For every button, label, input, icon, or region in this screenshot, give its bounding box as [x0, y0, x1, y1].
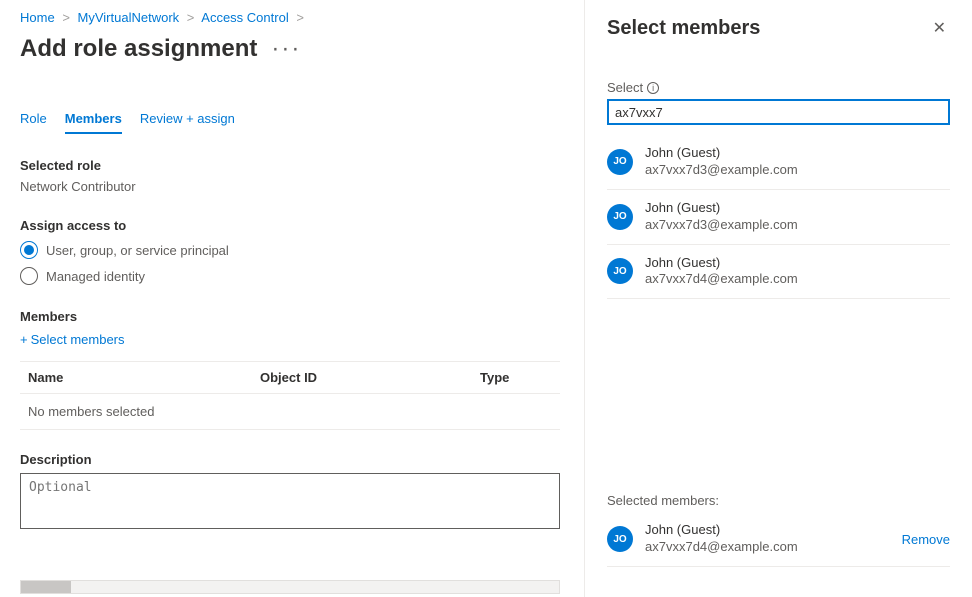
tab-role[interactable]: Role	[20, 107, 47, 134]
chevron-right-icon: >	[292, 10, 308, 25]
members-table: Name Object ID Type No members selected	[20, 361, 560, 430]
result-item[interactable]: JO John (Guest) ax7vxx7d3@example.com	[607, 135, 950, 190]
result-name: John (Guest)	[645, 255, 798, 272]
info-icon[interactable]: i	[647, 82, 659, 94]
select-members-link[interactable]: + Select members	[20, 324, 125, 347]
result-item[interactable]: JO John (Guest) ax7vxx7d3@example.com	[607, 190, 950, 245]
avatar: JO	[607, 149, 633, 175]
table-empty-row: No members selected	[20, 394, 560, 430]
radio-label: Managed identity	[46, 269, 145, 284]
breadcrumb-access[interactable]: Access Control	[201, 10, 288, 25]
result-name: John (Guest)	[645, 200, 798, 217]
result-email: ax7vxx7d4@example.com	[645, 271, 798, 288]
members-label: Members	[20, 285, 560, 324]
plus-icon: +	[20, 332, 28, 347]
scrollbar-thumb[interactable]	[21, 581, 71, 593]
chevron-right-icon: >	[183, 10, 199, 25]
col-name: Name	[20, 370, 260, 385]
radio-icon	[20, 267, 38, 285]
select-input[interactable]	[607, 99, 950, 125]
selected-members-label: Selected members:	[607, 493, 950, 512]
result-name: John (Guest)	[645, 522, 890, 539]
result-item[interactable]: JO John (Guest) ax7vxx7d4@example.com	[607, 245, 950, 300]
breadcrumb-vnet[interactable]: MyVirtualNetwork	[78, 10, 180, 25]
tab-review[interactable]: Review + assign	[140, 107, 235, 134]
description-input[interactable]	[20, 473, 560, 529]
assign-access-label: Assign access to	[20, 194, 560, 233]
breadcrumb: Home > MyVirtualNetwork > Access Control…	[20, 8, 560, 31]
search-results: JO John (Guest) ax7vxx7d3@example.com JO…	[607, 125, 950, 299]
col-object-id: Object ID	[260, 370, 480, 385]
selected-role-value: Network Contributor	[20, 173, 560, 194]
close-icon[interactable]: ✕	[929, 14, 950, 42]
radio-icon	[20, 241, 38, 259]
description-label: Description	[20, 430, 560, 467]
result-email: ax7vxx7d4@example.com	[645, 539, 890, 556]
horizontal-scrollbar[interactable]	[20, 580, 560, 594]
tab-members[interactable]: Members	[65, 107, 122, 134]
select-members-panel: Select members ✕ Select i JO John (Guest…	[584, 0, 972, 597]
avatar: JO	[607, 204, 633, 230]
radio-user-group-sp[interactable]: User, group, or service principal	[20, 233, 560, 259]
avatar: JO	[607, 526, 633, 552]
more-icon[interactable]: ···	[257, 35, 301, 62]
panel-title: Select members	[607, 17, 760, 40]
radio-label: User, group, or service principal	[46, 243, 229, 258]
radio-managed-identity[interactable]: Managed identity	[20, 259, 560, 285]
page-title: Add role assignment···	[20, 31, 560, 77]
result-name: John (Guest)	[645, 145, 798, 162]
col-type: Type	[480, 370, 560, 385]
selected-member-item: JO John (Guest) ax7vxx7d4@example.com Re…	[607, 512, 950, 567]
avatar: JO	[607, 258, 633, 284]
result-email: ax7vxx7d3@example.com	[645, 217, 798, 234]
selected-role-label: Selected role	[20, 134, 560, 173]
chevron-right-icon: >	[58, 10, 74, 25]
tabs: Role Members Review + assign	[20, 77, 560, 134]
breadcrumb-home[interactable]: Home	[20, 10, 55, 25]
select-label: Select i	[607, 42, 950, 95]
result-email: ax7vxx7d3@example.com	[645, 162, 798, 179]
remove-link[interactable]: Remove	[902, 532, 950, 547]
